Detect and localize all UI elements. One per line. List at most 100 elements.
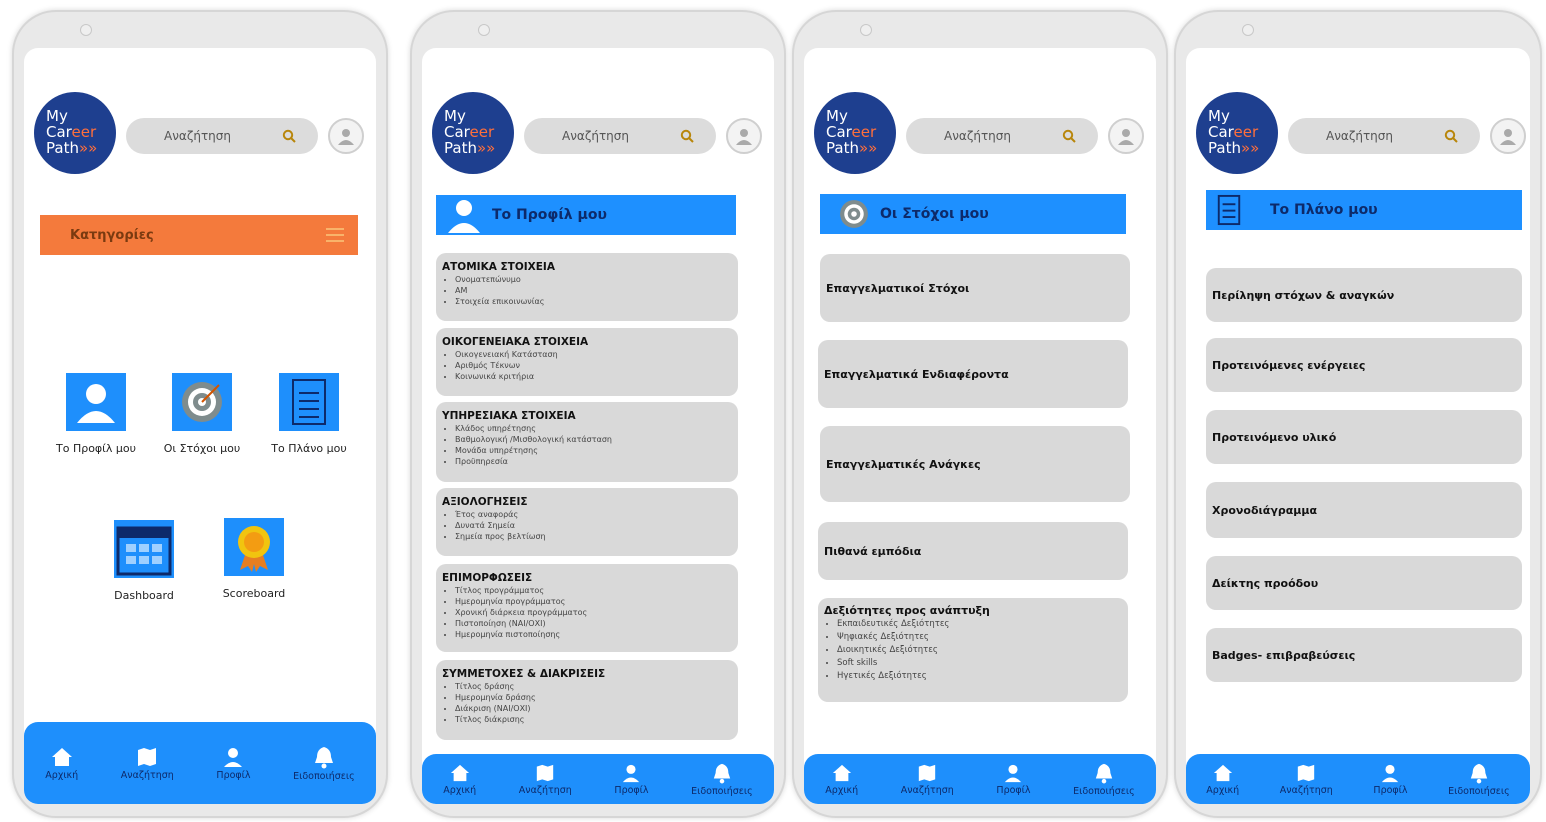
avatar[interactable]	[328, 118, 364, 154]
phone-goals: My Career Path»» Αναζήτηση Οι Στόχοι μου…	[792, 10, 1168, 818]
plan-card-summary[interactable]: Περίληψη στόχων & αναγκών	[1206, 268, 1522, 322]
target-icon	[172, 373, 232, 431]
avatar[interactable]	[1108, 118, 1144, 154]
bell-icon	[713, 763, 731, 783]
goals-card-obstacles[interactable]: Πιθανά εμπόδια	[818, 522, 1128, 580]
bottom-nav: Αρχική Αναζήτηση Προφίλ Ειδοποιήσεις	[1186, 754, 1530, 804]
camera	[80, 24, 92, 36]
categories-bar[interactable]: Κατηγορίες	[40, 215, 358, 255]
profile-section-participations[interactable]: ΣΥΜΜΕΤΟΧΕΣ & ΔΙΑΚΡΙΣΕΙΣ Τίτλος δράσηςΗμε…	[436, 660, 738, 740]
plan-card-badges[interactable]: Badges- επιβραβεύσεις	[1206, 628, 1522, 682]
bottom-nav: Αρχική Αναζήτηση Προφίλ Ειδοποιήσεις	[24, 722, 376, 804]
profile-section-family[interactable]: ΟΙΚΟΓΕΝΕΙΑΚΑ ΣΤΟΙΧΕΙΑ Οικογενειακή Κατάσ…	[436, 328, 738, 396]
checklist-icon	[1217, 194, 1241, 226]
plan-card-material[interactable]: Προτεινόμενο υλικό	[1206, 410, 1522, 464]
avatar[interactable]	[1490, 118, 1526, 154]
nav-notifications[interactable]: Ειδοποιήσεις	[293, 745, 355, 782]
home-icon	[1213, 764, 1232, 781]
search-icon[interactable]	[1062, 129, 1076, 143]
user-icon	[1500, 129, 1516, 145]
search-icon[interactable]	[680, 129, 694, 143]
bell-icon	[1095, 763, 1113, 783]
tile-scoreboard[interactable]: Scoreboard	[214, 518, 294, 602]
page-title: Το Προφίλ μου	[492, 207, 607, 223]
nav-search[interactable]: Αναζήτηση	[901, 763, 954, 796]
nav-search[interactable]: Αναζήτηση	[121, 746, 174, 781]
tile-dashboard[interactable]: Dashboard	[104, 520, 184, 604]
phone-profile: My Career Path»» Αναζήτηση Το Προφίλ μου…	[410, 10, 786, 818]
nav-notifications[interactable]: Ειδοποιήσεις	[1073, 762, 1135, 797]
page-title: Οι Στόχοι μου	[880, 206, 989, 222]
plan-card-timeline[interactable]: Χρονοδιάγραμμα	[1206, 482, 1522, 538]
nav-notifications[interactable]: Ειδοποιήσεις	[691, 762, 753, 797]
home-icon	[832, 764, 851, 781]
tile-plan[interactable]: Το Πλάνο μου	[269, 373, 349, 457]
plan-card-actions[interactable]: Προτεινόμενες ενέργειες	[1206, 338, 1522, 392]
tile-goals[interactable]: Οι Στόχοι μου	[162, 373, 242, 457]
search-placeholder: Αναζήτηση	[164, 129, 231, 143]
user-icon	[623, 764, 640, 782]
search-bar[interactable]: Αναζήτηση	[1288, 118, 1480, 154]
nav-notifications[interactable]: Ειδοποιήσεις	[1448, 762, 1510, 797]
home-icon	[51, 747, 72, 766]
bottom-nav: Αρχική Αναζήτηση Προφίλ Ειδοποιήσεις	[804, 754, 1156, 804]
tile-profile[interactable]: Το Προφίλ μου	[56, 373, 136, 457]
nav-profile[interactable]: Προφίλ	[1373, 763, 1408, 796]
map-icon	[537, 764, 554, 781]
avatar[interactable]	[726, 118, 762, 154]
search-bar[interactable]: Αναζήτηση	[126, 118, 318, 154]
camera	[478, 24, 490, 36]
search-bar[interactable]: Αναζήτηση	[524, 118, 716, 154]
goals-card-professional-goals[interactable]: Επαγγελματικοί Στόχοι	[820, 254, 1130, 322]
hamburger-icon[interactable]	[326, 226, 344, 244]
nav-search[interactable]: Αναζήτηση	[519, 763, 572, 796]
bell-icon	[1470, 763, 1488, 783]
search-icon[interactable]	[282, 129, 296, 143]
nav-home[interactable]: Αρχική	[1206, 763, 1239, 796]
app-logo[interactable]: My Career Path»»	[814, 92, 896, 174]
goals-card-professional-needs[interactable]: Επαγγελματικές Ανάγκες	[820, 426, 1130, 502]
profile-section-training[interactable]: ΕΠΙΜΟΡΦΩΣΕΙΣ Τίτλος προγράμματοςΗμερομην…	[436, 564, 738, 652]
map-icon	[919, 764, 936, 781]
profile-section-service[interactable]: ΥΠΗΡΕΣΙΑΚΑ ΣΤΟΙΧΕΙΑ Κλάδος υπηρέτησηςΒαθ…	[436, 402, 738, 482]
home-icon	[450, 764, 469, 781]
user-icon	[736, 129, 752, 145]
goals-card-skills[interactable]: Δεξιότητες προς ανάπτυξη Εκπαιδευτικές Δ…	[818, 598, 1128, 702]
user-icon	[448, 200, 480, 233]
camera	[860, 24, 872, 36]
search-bar[interactable]: Αναζήτηση	[906, 118, 1098, 154]
plan-card-progress[interactable]: Δείκτης προόδου	[1206, 556, 1522, 610]
screen-profile: My Career Path»» Αναζήτηση Το Προφίλ μου…	[422, 48, 774, 804]
bell-icon	[314, 746, 333, 768]
screen-goals: My Career Path»» Αναζήτηση Οι Στόχοι μου…	[804, 48, 1156, 804]
phone-plan: My Career Path»» Αναζήτηση Το Πλάνο μου …	[1174, 10, 1542, 818]
user-icon	[1382, 764, 1399, 782]
app-logo[interactable]: My Career Path»»	[432, 92, 514, 174]
search-placeholder: Αναζήτηση	[944, 129, 1011, 143]
map-icon	[1298, 764, 1315, 781]
map-icon	[138, 747, 157, 766]
search-icon[interactable]	[1444, 129, 1458, 143]
screen-plan: My Career Path»» Αναζήτηση Το Πλάνο μου …	[1186, 48, 1530, 804]
phone-home: My Career Path»» Αναζήτηση Κατηγορίες Το…	[12, 10, 388, 818]
nav-home[interactable]: Αρχική	[825, 763, 858, 796]
profile-section-personal[interactable]: ΑΤΟΜΙΚΑ ΣΤΟΙΧΕΙΑ ΟνοματεπώνυμοΑΜΣτοιχεία…	[436, 253, 738, 321]
nav-profile[interactable]: Προφίλ	[216, 746, 251, 781]
profile-icon	[66, 373, 126, 431]
app-logo[interactable]: My Career Path»»	[34, 92, 116, 174]
nav-profile[interactable]: Προφίλ	[996, 763, 1031, 796]
app-logo[interactable]: My Career Path»»	[1196, 92, 1278, 174]
user-icon	[1005, 764, 1022, 782]
nav-profile[interactable]: Προφίλ	[614, 763, 649, 796]
nav-home[interactable]: Αρχική	[443, 763, 476, 796]
profile-section-evaluations[interactable]: ΑΞΙΟΛΟΓΗΣΕΙΣ Έτος αναφοράςΔυνατά ΣημείαΣ…	[436, 488, 738, 556]
nav-home[interactable]: Αρχική	[45, 746, 78, 781]
plan-header: Το Πλάνο μου	[1206, 190, 1522, 230]
user-icon	[224, 747, 243, 767]
checklist-icon	[279, 373, 339, 431]
nav-search[interactable]: Αναζήτηση	[1280, 763, 1333, 796]
categories-title: Κατηγορίες	[70, 227, 154, 243]
screen-home: My Career Path»» Αναζήτηση Κατηγορίες Το…	[24, 48, 376, 804]
goals-card-professional-interests[interactable]: Επαγγελματικά Ενδιαφέροντα	[818, 340, 1128, 408]
camera	[1242, 24, 1254, 36]
